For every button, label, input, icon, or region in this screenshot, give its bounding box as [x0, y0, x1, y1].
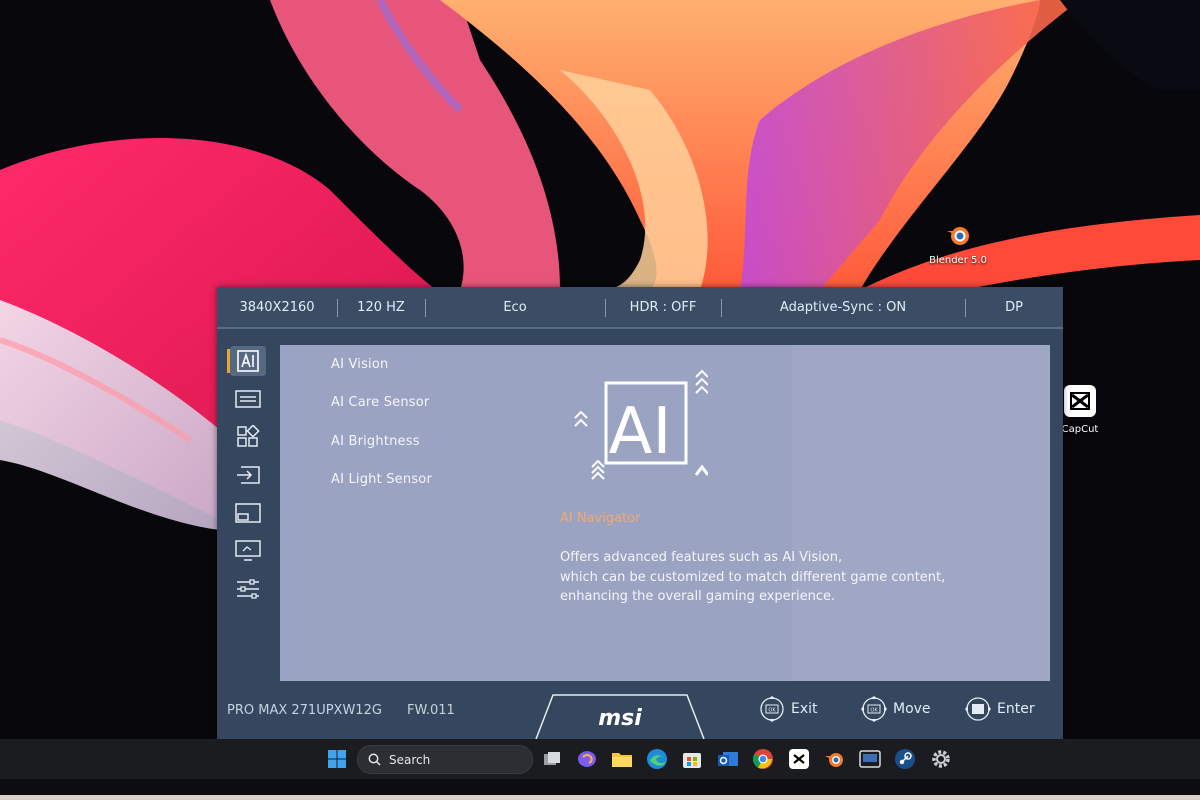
rail-item-professional[interactable] — [230, 422, 266, 452]
status-hdr: HDR : OFF — [605, 287, 721, 327]
windows-taskbar: Search — [0, 739, 1200, 779]
search-icon — [368, 753, 381, 766]
status-mode: Eco — [425, 287, 605, 327]
edge-browser-icon — [647, 749, 667, 769]
ai-navigator-description: Offers advanced features such as AI Visi… — [560, 548, 980, 607]
search-label: Search — [389, 752, 431, 767]
desktop-icon-blender[interactable]: Blender 5.0 — [923, 221, 993, 266]
taskbar-msi-center[interactable] — [858, 747, 882, 771]
ai-icon — [237, 350, 259, 372]
exit-label: Exit — [791, 701, 818, 717]
taskbar-settings[interactable] — [929, 747, 953, 771]
ai-navigator-title: AI Navigator — [560, 511, 641, 526]
ai-navigator-graphic: AI — [574, 369, 708, 480]
taskbar-copilot[interactable] — [575, 747, 599, 771]
rail-item-input-source[interactable] — [230, 460, 266, 490]
capcut-icon — [789, 749, 809, 769]
grid-icon — [237, 425, 260, 447]
copilot-icon — [578, 751, 596, 767]
ai-graphic-text: AI — [609, 395, 672, 469]
menu-item-ai-care-sensor[interactable]: AI Care Sensor — [331, 395, 429, 410]
joystick-ok-icon: OK — [760, 696, 784, 722]
taskbar-file-explorer[interactable] — [610, 747, 634, 771]
gear-icon — [932, 750, 950, 768]
steam-icon — [895, 749, 915, 769]
sliders-icon — [237, 579, 259, 599]
taskbar-task-view[interactable] — [540, 747, 564, 771]
taskbar-edge[interactable] — [645, 747, 669, 771]
taskbar-steam[interactable] — [893, 747, 917, 771]
status-input: DP — [965, 287, 1063, 327]
chrome-browser-icon — [752, 749, 773, 769]
capcut-icon — [1064, 385, 1096, 417]
osd-submenu-area — [792, 345, 1050, 681]
msi-logo-text: msi — [598, 706, 642, 731]
monitor-osd: 3840X2160 120 HZ Eco HDR : OFF Adaptive-… — [217, 287, 1063, 739]
svg-text:OK: OK — [768, 708, 776, 714]
taskbar-chrome[interactable] — [751, 747, 775, 771]
description-line: enhancing the overall gaming experience. — [560, 589, 836, 604]
description-line: Offers advanced features such as AI Visi… — [560, 550, 843, 565]
osd-side-rail — [217, 345, 280, 681]
msi-logo-tab: msi — [535, 694, 705, 739]
model-name: PRO MAX 271UPXW12G — [227, 703, 382, 718]
taskbar-search-box[interactable]: Search — [357, 745, 533, 774]
description-line: which can be customized to match differe… — [560, 569, 946, 585]
blender-icon — [947, 227, 969, 245]
desktop-icon-label: Blender 5.0 — [929, 255, 987, 266]
status-resolution: 3840X2160 — [239, 299, 315, 315]
taskbar-capcut[interactable] — [787, 747, 811, 771]
rail-item-gaming[interactable] — [230, 384, 266, 414]
firmware-version: FW.011 — [407, 703, 455, 718]
joystick-enter-icon — [965, 697, 991, 721]
msi-app-icon — [859, 750, 881, 768]
taskbar-store[interactable] — [680, 747, 704, 771]
rail-item-settings[interactable] — [230, 574, 266, 604]
enter-label: Enter — [997, 701, 1035, 717]
gaming-panel-icon — [235, 390, 261, 408]
start-button[interactable] — [325, 747, 349, 771]
osd-status-bar: 3840X2160 120 HZ Eco HDR : OFF Adaptive-… — [217, 287, 1063, 329]
microsoft-store-icon — [683, 753, 701, 768]
move-button[interactable]: OK Move — [861, 696, 931, 722]
status-adaptive-sync: Adaptive-Sync : ON — [721, 287, 965, 327]
menu-item-ai-vision[interactable]: AI Vision — [331, 357, 388, 372]
osd-footer: PRO MAX 271UPXW12G FW.011 msi OK Exit OK… — [217, 681, 1063, 739]
picture-in-picture-icon — [235, 503, 261, 523]
rail-item-pip[interactable] — [230, 498, 266, 528]
windows-logo-icon — [328, 750, 346, 768]
move-label: Move — [893, 701, 931, 717]
taskbar-blender[interactable] — [822, 747, 846, 771]
enter-button[interactable]: Enter — [965, 696, 1035, 722]
outlook-mail-icon — [718, 752, 738, 766]
blender-icon — [825, 753, 843, 767]
svg-text:OK: OK — [870, 708, 878, 714]
menu-item-ai-brightness[interactable]: AI Brightness — [331, 434, 420, 449]
folder-icon — [612, 753, 632, 767]
rail-item-ai-navigator[interactable] — [227, 346, 266, 376]
menu-item-ai-light-sensor[interactable]: AI Light Sensor — [331, 472, 432, 487]
taskbar-outlook[interactable] — [716, 747, 740, 771]
input-source-icon — [237, 466, 260, 484]
monitor-bezel — [0, 779, 1200, 800]
joystick-move-icon: OK — [861, 696, 887, 722]
rail-item-display[interactable] — [230, 536, 266, 566]
monitor-icon — [235, 540, 261, 561]
exit-button[interactable]: OK Exit — [759, 696, 818, 722]
task-view-icon — [544, 752, 560, 765]
osd-content-panel: AI Vision AI Care Sensor AI Brightness A… — [280, 345, 1050, 681]
status-refresh-rate: 120 HZ — [337, 287, 425, 327]
